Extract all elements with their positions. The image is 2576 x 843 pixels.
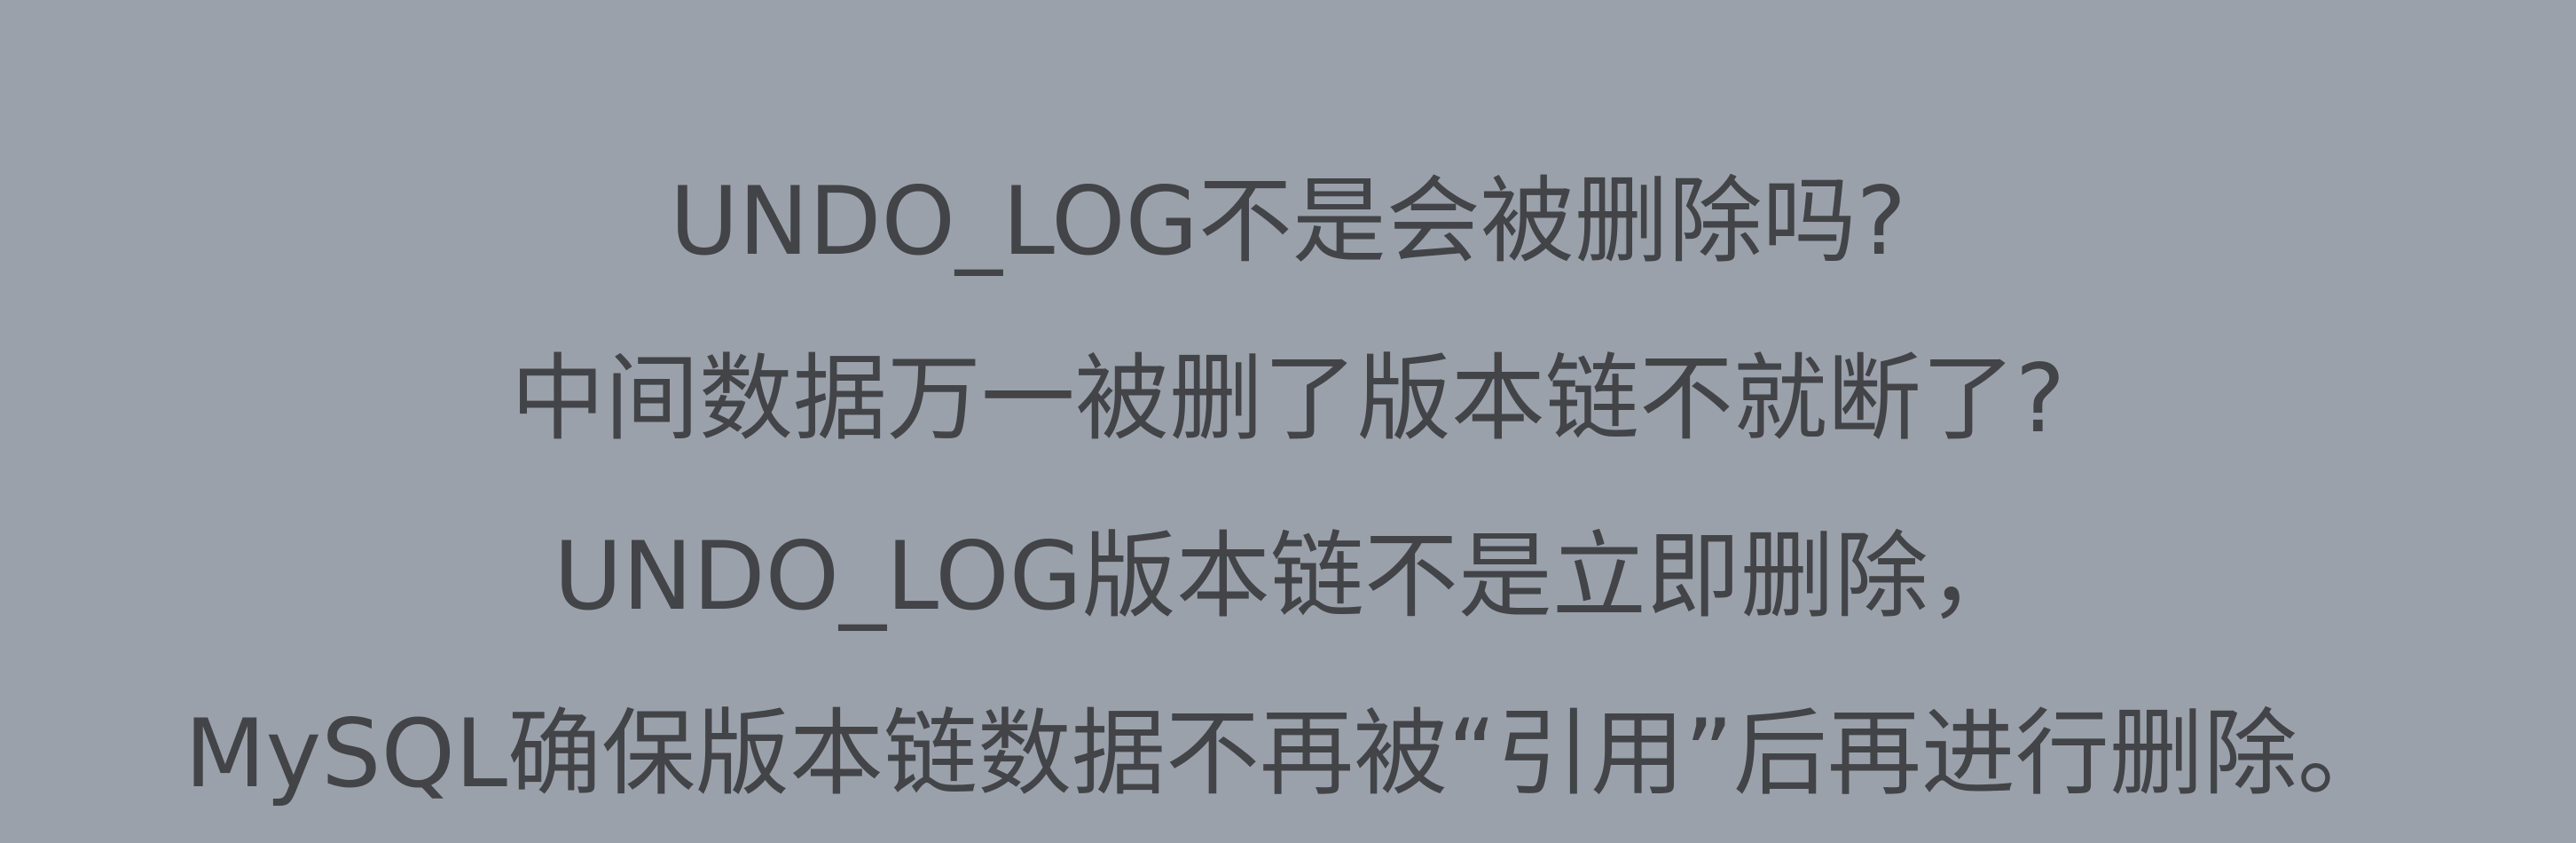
question-line-2: 中间数据万一被删了版本链不就断了? [510, 344, 2066, 453]
answer-line-2: MySQL确保版本链数据不再被“引用”后再进行删除。 [185, 699, 2391, 808]
answer-line-1: UNDO_LOG版本链不是立即删除， [554, 522, 2022, 631]
text-slide: UNDO_LOG不是会被删除吗? 中间数据万一被删了版本链不就断了? UNDO_… [0, 0, 2576, 834]
question-line-1: UNDO_LOG不是会被删除吗? [669, 167, 1907, 276]
